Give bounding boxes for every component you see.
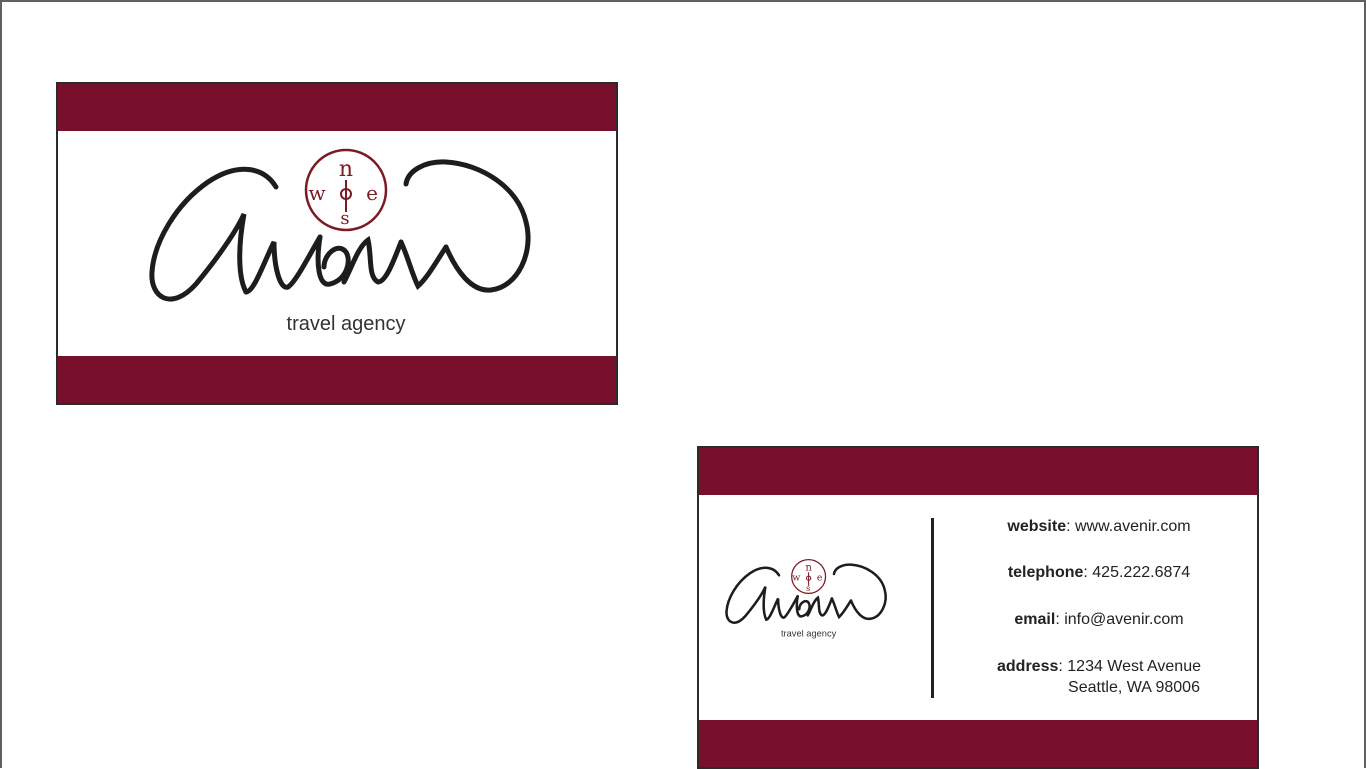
business-card-back: n w e s travel agency website: www.aveni…	[697, 446, 1259, 769]
compass-east: e	[817, 573, 823, 584]
address-line: address: 1234 West Avenue Seattle, WA 98…	[969, 658, 1229, 697]
website-line: website: www.avenir.com	[1007, 518, 1191, 535]
tagline: travel agency	[287, 313, 406, 335]
telephone-line: telephone: 425.222.6874	[1007, 564, 1191, 581]
compass-north: n	[339, 157, 353, 182]
avenir-logo-icon: n w e s travel agency	[725, 558, 887, 639]
business-card-front: n w e s travel agency	[56, 82, 618, 405]
address-street: 1234 West Avenue	[1067, 658, 1201, 675]
avenir-logo: n w e s travel agency	[724, 556, 889, 641]
bottom-band	[58, 356, 616, 403]
avenir-logo: n w e s travel agency	[146, 142, 536, 342]
email-value: info@avenir.com	[1064, 611, 1184, 628]
compass-east: e	[366, 181, 378, 205]
avenir-logo-icon: n w e s travel agency	[149, 148, 531, 335]
address-label: address	[997, 658, 1059, 675]
website-value: www.avenir.com	[1074, 518, 1191, 535]
telephone-label: telephone	[1007, 564, 1084, 581]
tagline: travel agency	[781, 629, 837, 639]
compass-north: n	[805, 563, 812, 574]
compass-west: w	[308, 181, 325, 205]
top-band	[699, 448, 1257, 495]
email-line: email: info@avenir.com	[1014, 611, 1184, 628]
telephone-value: 425.222.6874	[1092, 564, 1191, 581]
website-label: website	[1007, 518, 1067, 535]
bottom-band	[699, 720, 1257, 767]
email-label: email	[1014, 611, 1056, 628]
top-band	[58, 84, 616, 131]
compass-west: w	[792, 573, 800, 584]
address-city: Seattle, WA 98006	[1068, 679, 1200, 696]
vertical-divider	[931, 518, 934, 698]
